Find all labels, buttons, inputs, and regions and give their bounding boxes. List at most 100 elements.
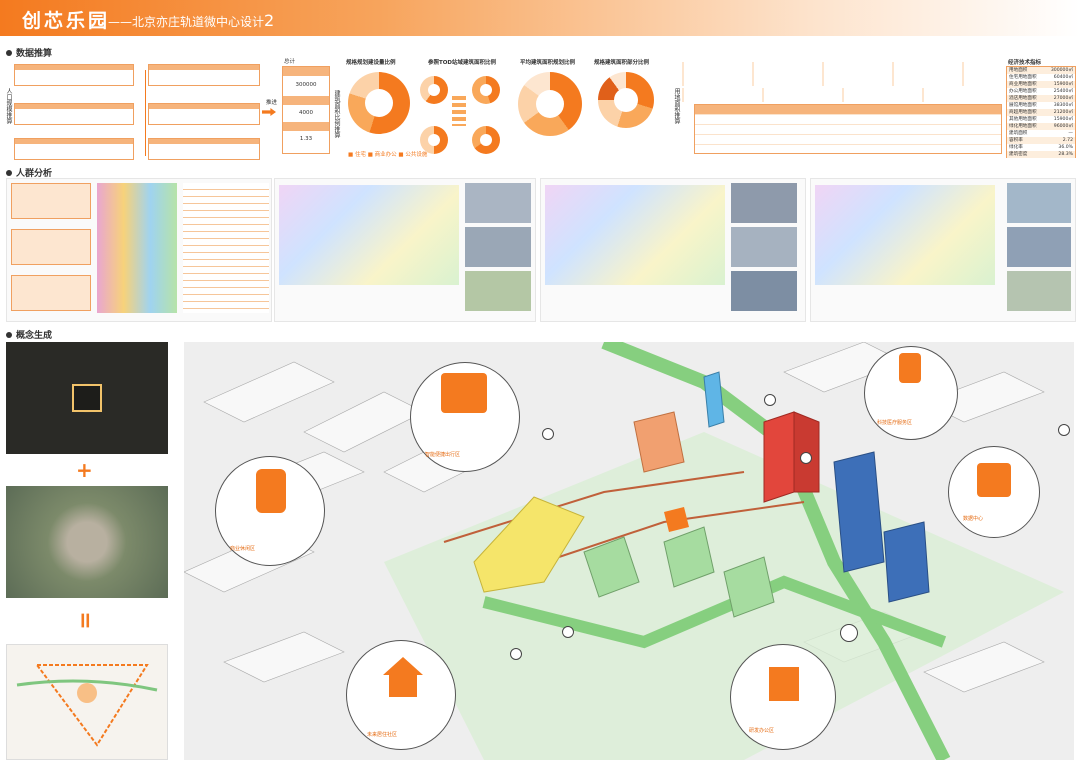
summary-header-1 xyxy=(283,67,329,76)
chart-title-4: 规格建筑面积部分比例 xyxy=(594,60,650,66)
ratio-side-label: 建筑面积比例推算 xyxy=(333,90,340,138)
econ-table-row: 商业用地面积 15900㎡ xyxy=(1007,81,1075,88)
econ-row-label: 酒店用地面积 xyxy=(1009,96,1037,101)
population-side-label: 人口规模推算 xyxy=(5,88,12,124)
legend-item-2: 商业办公 xyxy=(374,152,397,158)
econ-row-label: 建筑密度 xyxy=(1009,152,1028,157)
caption-commerce: 商业休闲区 xyxy=(230,546,256,552)
econ-row-label: 容积率 xyxy=(1009,138,1023,143)
arrow-label: 推进 xyxy=(266,100,278,106)
train-icon xyxy=(441,373,487,413)
econ-row-value: 96000㎡ xyxy=(1053,124,1073,129)
summary-box: 300000 4000 1.33 xyxy=(282,66,330,154)
callout-circle-transport: 智能便捷出行区 xyxy=(410,362,520,472)
econ-table-row: 办公用地面积 25400㎡ xyxy=(1007,88,1075,95)
house-icon xyxy=(383,657,423,697)
bracket-line xyxy=(136,70,146,156)
bullet-icon xyxy=(6,49,12,56)
callout-circle-office: 研发办公区 xyxy=(730,644,836,750)
econ-row-value: — xyxy=(1068,131,1073,136)
econ-row-label: 建筑面积 xyxy=(1009,131,1028,136)
plus-sign: + xyxy=(76,458,93,482)
caption-home: 未来居住社区 xyxy=(367,732,398,738)
callout-circle-medical: 科技医疗服务区 xyxy=(864,346,958,440)
econ-row-label: 办公用地面积 xyxy=(1009,89,1037,94)
econ-row-value: 36.0% xyxy=(1058,145,1073,150)
econ-table-title: 经济技术指标 xyxy=(1008,60,1042,66)
legend-item-1: 住宅 xyxy=(354,152,366,158)
arrow-right-icon xyxy=(262,108,276,116)
caption-medical: 科技医疗服务区 xyxy=(877,420,913,426)
summary-value-3: 1.33 xyxy=(299,136,313,142)
chip-image xyxy=(6,342,168,454)
wheelchair-icon xyxy=(899,353,921,383)
econ-row-value: 60400㎡ xyxy=(1053,75,1073,80)
data-table-2 xyxy=(14,103,134,125)
donut-chart-3 xyxy=(518,72,582,136)
summary-header-2 xyxy=(283,96,329,105)
econ-row-label: 商超用地面积 xyxy=(1009,110,1037,115)
landuse-side-label: 用地面积推算 xyxy=(673,88,680,124)
econ-row-value: 25400㎡ xyxy=(1053,89,1073,94)
chip-icon xyxy=(977,463,1011,497)
building-icon xyxy=(769,667,799,701)
scenario-panel-3 xyxy=(810,178,1076,322)
aerial-image xyxy=(6,486,168,598)
data-table-3 xyxy=(14,138,134,160)
econ-table-row: 建筑面积 — xyxy=(1007,130,1075,137)
econ-row-value: 2.72 xyxy=(1062,138,1073,143)
econ-table-row: 其他用地面积 15900㎡ xyxy=(1007,116,1075,123)
site-plan-svg xyxy=(16,664,158,747)
econ-row-label: 绿化率 xyxy=(1009,145,1023,150)
econ-table-row: 展馆用地面积 38300㎡ xyxy=(1007,102,1075,109)
site-plan-image xyxy=(6,644,168,760)
data-table-1 xyxy=(14,64,134,86)
bullet-icon xyxy=(6,331,12,338)
legend-item-3: 公共设施 xyxy=(405,152,428,158)
caption-data: 数据中心 xyxy=(963,516,984,522)
econ-row-label: 住宅用地面积 xyxy=(1009,75,1037,80)
chart-title-3: 平均建筑面积规划比例 xyxy=(520,60,576,66)
design-board: 创芯乐园 ——北京亦庄轨道微中心设计2 数据推算 人口规模推算 推进 总计 30… xyxy=(0,0,1080,764)
econ-table-row: 住宅用地面积 60400㎡ xyxy=(1007,74,1075,81)
section-data-title: 数据推算 xyxy=(6,46,52,59)
formula-row-2 xyxy=(682,88,1002,102)
summary-label: 总计 xyxy=(284,59,296,65)
subtitle-text: ——北京亦庄轨道微中心设计 xyxy=(108,15,265,29)
map-node xyxy=(562,626,574,638)
data-table-6 xyxy=(148,138,260,160)
landuse-table xyxy=(694,104,1002,154)
section-concept-label: 概念生成 xyxy=(16,331,53,341)
econ-table-row: 绿化率 36.0% xyxy=(1007,144,1075,151)
donut-chart-4 xyxy=(598,72,654,128)
persona-panel xyxy=(6,178,272,322)
donut-chart-2b xyxy=(472,76,500,104)
map-node xyxy=(764,394,776,406)
bullet-icon xyxy=(6,169,12,176)
econ-row-value: 21200㎡ xyxy=(1053,110,1073,115)
map-node xyxy=(542,428,554,440)
map-node xyxy=(1058,424,1070,436)
summary-header-3 xyxy=(283,122,329,131)
econ-row-value: 27000㎡ xyxy=(1053,96,1073,101)
data-table-4 xyxy=(148,64,260,86)
econ-row-label: 用地面积 xyxy=(1009,68,1028,73)
donut-chart-2d xyxy=(472,126,500,154)
econ-row-label: 绿化用地面积 xyxy=(1009,124,1037,129)
board-title: 创芯乐园 xyxy=(22,10,111,32)
econ-row-label: 展馆用地面积 xyxy=(1009,103,1037,108)
econ-table-row: 容积率 2.72 xyxy=(1007,137,1075,144)
econ-row-value: 38300㎡ xyxy=(1053,103,1073,108)
equals-sign: = xyxy=(72,611,98,630)
map-node xyxy=(840,624,858,642)
legend-row: ■ 住宅 ■ 商业办公 ■ 公共设施 xyxy=(348,152,428,158)
econ-row-value: 300000㎡ xyxy=(1050,68,1073,73)
formula-row-1 xyxy=(682,62,1002,86)
econ-row-value: 15900㎡ xyxy=(1053,117,1073,122)
econ-table-row: 绿化用地面积 96000㎡ xyxy=(1007,123,1075,130)
callout-circle-data: 数据中心 xyxy=(948,446,1040,538)
data-table-5 xyxy=(148,103,260,125)
section-concept-title: 概念生成 xyxy=(6,328,52,341)
robot-icon xyxy=(256,469,286,513)
econ-table-row: 酒店用地面积 27000㎡ xyxy=(1007,95,1075,102)
